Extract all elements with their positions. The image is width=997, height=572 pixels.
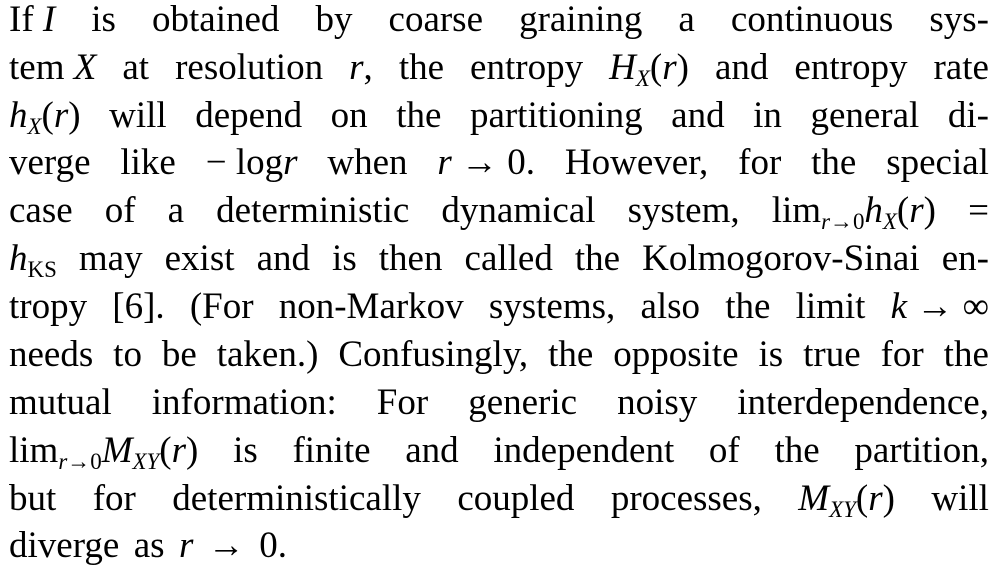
text-line-1: If I is obtained by coarse graining a contin…	[9, 0, 989, 40]
text-line-5: case of a deterministic dynamical system, li…	[9, 190, 989, 234]
text-line-12: diverge as r → 0.	[9, 525, 287, 566]
text-line-9: mutual information: For generic noisy inter…	[9, 382, 989, 423]
text-line-3: hX(r) will depend on the partitioning and in …	[9, 95, 989, 139]
text-line-2: tem X at resolution r, the entropy HX(r) an…	[9, 47, 989, 91]
text-line-4: verge like − logr when r → 0. However, for t…	[9, 142, 989, 183]
text-line-6: hKS may exist and is then called the Kolmogor…	[9, 238, 989, 282]
text-line-11: but for deterministically coupled processes…	[9, 478, 989, 522]
text-line-10: limr→0MXY(r) is finite and independent of th…	[9, 430, 989, 474]
text-line-8: needs to be taken.) Confusingly, the opposite…	[9, 334, 989, 375]
text-line-7: tropy [6]. (For non-Markov systems, also the…	[9, 286, 989, 327]
paper-paragraph: If I is obtained by coarse graining a contin…	[9, 0, 989, 572]
